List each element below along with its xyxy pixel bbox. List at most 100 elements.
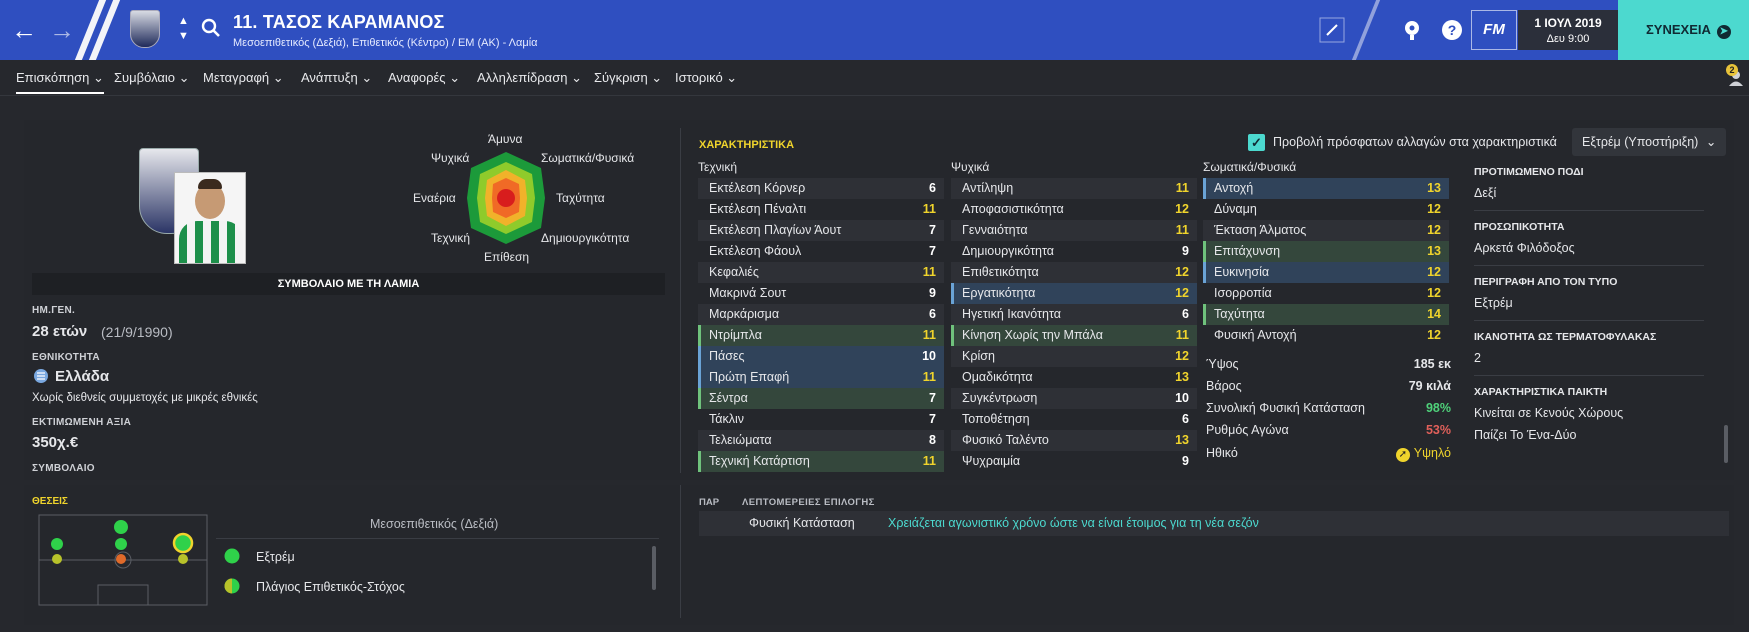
tab-interaction[interactable]: Αλληλεπίδραση ⌄ xyxy=(477,70,582,86)
attribute-row[interactable]: Τάκλιν 7 xyxy=(698,409,944,430)
attribute-name: Κίνηση Χωρίς την Μπάλα xyxy=(962,328,1103,342)
attribute-name: Τάκλιν xyxy=(709,412,745,426)
forward-arrow-icon[interactable]: → xyxy=(48,16,76,44)
dob-value: (21/9/1990) xyxy=(101,324,173,340)
player-hair xyxy=(198,179,222,189)
position-dot-selected[interactable] xyxy=(172,532,194,554)
player-navigation-arrows[interactable]: ▲ ▼ xyxy=(178,14,189,44)
tab-contract[interactable]: Συμβόλαιο ⌄ xyxy=(114,70,190,86)
attribute-row[interactable]: Εργατικότητα 12 xyxy=(951,283,1197,304)
selection-col-2: ΛΕΠΤΟΜΕΡΕΙΕΣ ΕΠΙΛΟΓΗΣ xyxy=(742,497,875,508)
tab-comparison[interactable]: Σύγκριση ⌄ xyxy=(594,70,662,86)
attribute-row[interactable]: Ηγετική Ικανότητα 6 xyxy=(951,304,1197,325)
attribute-row[interactable]: Ταχύτητα 14 xyxy=(1203,304,1449,325)
game-date[interactable]: 1 ΙΟΥΛ 2019 Δευ 9:00 xyxy=(1518,10,1618,50)
attribute-row[interactable]: Εκτέλεση Πέναλτι 11 xyxy=(698,199,944,220)
attribute-value: 11 xyxy=(922,370,936,384)
recent-changes-checkbox[interactable]: ✓ xyxy=(1248,134,1265,151)
attribute-row[interactable]: Γενναιότητα 11 xyxy=(951,220,1197,241)
club-crest-icon[interactable] xyxy=(130,10,160,48)
position-dot[interactable] xyxy=(114,520,128,534)
role-winger[interactable]: Εξτρέμ xyxy=(256,550,295,564)
attribute-row[interactable]: Αντοχή 13 xyxy=(1203,178,1449,199)
attribute-row[interactable]: Αποφασιστικότητα 12 xyxy=(951,199,1197,220)
attribute-row[interactable]: Μακρινά Σουτ 9 xyxy=(698,283,944,304)
edit-pencil-icon[interactable] xyxy=(1318,16,1346,44)
selected-position-label: Μεσοεπιθετικός (Δεξιά) xyxy=(370,517,499,531)
attribute-row[interactable]: Επιθετικότητα 12 xyxy=(951,262,1197,283)
help-icon[interactable]: ? xyxy=(1438,16,1466,44)
attribute-row[interactable]: Τοποθέτηση 6 xyxy=(951,409,1197,430)
morale-stat: Ηθικό ➚ Υψηλό xyxy=(1206,446,1451,462)
chevron-up-icon[interactable]: ▲ xyxy=(178,14,189,29)
attribute-value: 10 xyxy=(922,349,936,363)
attribute-row[interactable]: Κρίση 12 xyxy=(951,346,1197,367)
attribute-row[interactable]: Πρώτη Επαφή 11 xyxy=(698,367,944,388)
attribute-row[interactable]: Έκταση Άλματος 12 xyxy=(1203,220,1449,241)
position-dot[interactable] xyxy=(115,538,127,550)
attribute-row[interactable]: Κεφαλιές 11 xyxy=(698,262,944,283)
search-icon[interactable] xyxy=(201,18,221,38)
attribute-row[interactable]: Ευκινησία 12 xyxy=(1203,262,1449,283)
attribute-row[interactable]: Τεχνική Κατάρτιση 11 xyxy=(698,451,944,472)
radar-label-technique: Τεχνική xyxy=(431,231,470,245)
attribute-row[interactable]: Μαρκάρισμα 6 xyxy=(698,304,944,325)
attribute-name: Εκτέλεση Κόρνερ xyxy=(709,181,806,195)
ball-globe-icon[interactable] xyxy=(1398,16,1426,44)
attribute-row[interactable]: Αντίληψη 11 xyxy=(951,178,1197,199)
attribute-row[interactable]: Εκτέλεση Φάουλ 7 xyxy=(698,241,944,262)
back-arrow-icon[interactable]: ← xyxy=(10,16,38,44)
position-dot[interactable] xyxy=(178,554,188,564)
tab-development[interactable]: Ανάπτυξη ⌄ xyxy=(301,70,372,86)
roles-scrollbar[interactable] xyxy=(652,546,656,590)
attribute-row[interactable]: Ψυχραιμία 9 xyxy=(951,451,1197,472)
morale-value[interactable]: ➚ Υψηλό xyxy=(1395,446,1451,462)
tab-transfer[interactable]: Μεταγραφή ⌄ xyxy=(203,70,284,86)
position-dot[interactable] xyxy=(52,554,62,564)
attribute-value: 12 xyxy=(1427,202,1441,216)
match-fitness-stat: Ρυθμός Αγώνα 53% xyxy=(1206,423,1451,437)
attribute-value: 6 xyxy=(1182,307,1189,321)
personality[interactable]: ΠΡΟΣΩΠΙΚΟΤΗΤΑ Αρκετά Φιλόδοξος xyxy=(1474,215,1704,266)
attribute-row[interactable]: Φυσική Αντοχή 12 xyxy=(1203,325,1449,346)
attribute-row[interactable]: Εκτέλεση Κόρνερ 6 xyxy=(698,178,944,199)
attribute-row[interactable]: Ισορροπία 12 xyxy=(1203,283,1449,304)
tab-reports[interactable]: Αναφορές ⌄ xyxy=(388,70,460,86)
role-select[interactable]: Εξτρέμ (Υποστήριξη) ⌄ xyxy=(1572,128,1726,156)
role-target-forward[interactable]: Πλάγιος Επιθετικός-Στόχος xyxy=(256,580,405,594)
continue-button[interactable]: ΣΥΝΕΧΕΙΑ ➤ xyxy=(1618,0,1749,60)
attribute-row[interactable]: Επιτάχυνση 13 xyxy=(1203,241,1449,262)
nationality-value[interactable]: Ελλάδα xyxy=(55,368,109,385)
player-photo xyxy=(174,172,246,264)
attribute-row[interactable]: Συγκέντρωση 10 xyxy=(951,388,1197,409)
chevron-down-icon[interactable]: ▼ xyxy=(178,29,189,44)
media-description: ΠΕΡΙΓΡΑΦΗ ΑΠΟ ΤΟΝ ΤΥΠΟ Εξτρέμ xyxy=(1474,270,1704,321)
attribute-row[interactable]: Ομαδικότητα 13 xyxy=(951,367,1197,388)
recent-changes-label[interactable]: Προβολή πρόσφατων αλλαγών στα χαρακτηρισ… xyxy=(1273,135,1557,149)
attribute-row[interactable]: Τελειώματα 8 xyxy=(698,430,944,451)
radar-center xyxy=(497,189,515,207)
tab-history[interactable]: Ιστορικό ⌄ xyxy=(675,70,737,86)
attribute-name: Φυσική Αντοχή xyxy=(1214,328,1297,342)
position-dot[interactable] xyxy=(116,554,126,564)
attribute-row[interactable]: Σέντρα 7 xyxy=(698,388,944,409)
attribute-row[interactable]: Δύναμη 12 xyxy=(1203,199,1449,220)
position-dot[interactable] xyxy=(51,538,63,550)
contract-banner[interactable]: ΣΥΜΒΟΛΑΙΟ ΜΕ ΤΗ ΛΑΜΙΑ xyxy=(32,273,665,295)
attribute-row[interactable]: Δημιουργικότητα 9 xyxy=(951,241,1197,262)
dob-label: ΗΜ.ΓΕΝ. xyxy=(32,305,76,316)
attributes-title: ΧΑΡΑΚΤΗΡΙΣΤΙΚΑ xyxy=(699,139,795,151)
attribute-row[interactable]: Κίνηση Χωρίς την Μπάλα 11 xyxy=(951,325,1197,346)
attribute-value: 12 xyxy=(1427,223,1441,237)
tab-overview[interactable]: Επισκόπηση ⌄ xyxy=(16,70,104,94)
radar-chart xyxy=(467,152,545,244)
sidebar-scrollbar[interactable] xyxy=(1724,425,1728,463)
attribute-value: 7 xyxy=(929,391,936,405)
current-date: 1 ΙΟΥΛ 2019 xyxy=(1534,16,1602,30)
attribute-row[interactable]: Πάσες 10 xyxy=(698,346,944,367)
fm-menu-button[interactable]: FM xyxy=(1471,10,1517,50)
attribute-row[interactable]: Εκτέλεση Πλαγίων Άουτ 7 xyxy=(698,220,944,241)
attribute-value: 13 xyxy=(1175,433,1189,447)
attribute-row[interactable]: Φυσικό Ταλέντο 13 xyxy=(951,430,1197,451)
attribute-row[interactable]: Ντρίμπλα 11 xyxy=(698,325,944,346)
